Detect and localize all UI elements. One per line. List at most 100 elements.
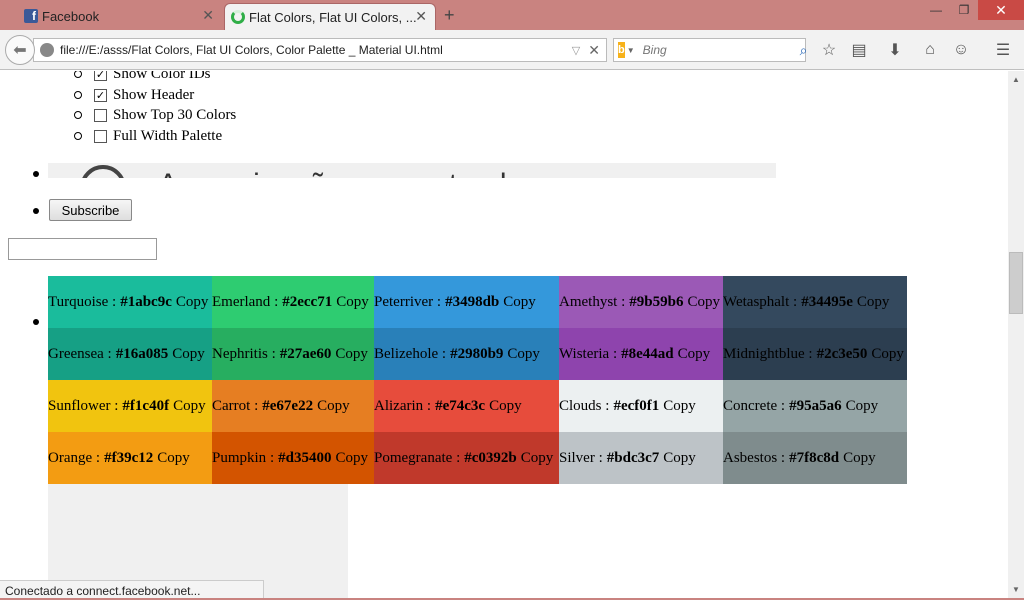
restore-button[interactable]: ❐ [950, 0, 978, 20]
separator: : [804, 345, 813, 362]
checkbox-checked[interactable]: ✓ [94, 71, 107, 81]
copy-link[interactable]: Copy [157, 450, 190, 467]
copy-link[interactable]: Copy [335, 450, 368, 467]
color-swatch[interactable]: Peterriver : #3498db Copy [374, 276, 559, 328]
copy-link[interactable]: Copy [871, 346, 904, 363]
minimize-button[interactable]: — [922, 0, 950, 20]
copy-link[interactable]: Copy [678, 346, 711, 363]
search-icon[interactable]: ⌕ [800, 42, 808, 59]
scroll-up-icon[interactable]: ▲ [1012, 75, 1020, 84]
option-full-width[interactable]: Full Width Palette [74, 126, 222, 146]
checkbox-unchecked[interactable] [94, 108, 107, 122]
color-swatch[interactable]: Sunflower : #f1c40f Copy [48, 380, 212, 432]
color-swatch[interactable]: Concrete : #95a5a6 Copy [723, 380, 907, 432]
ad-banner: Anuncio não encontrado [48, 163, 776, 178]
separator: : [601, 397, 610, 414]
dropdown-icon[interactable]: ▽ [572, 44, 580, 57]
color-name: Wisteria [559, 345, 610, 362]
option-show-header[interactable]: ✓ Show Header [74, 85, 194, 105]
color-swatch[interactable]: Turquoise : #1abc9c Copy [48, 276, 212, 328]
copy-link[interactable]: Copy [663, 398, 696, 415]
color-hex: #e67e22 [262, 397, 314, 414]
download-icon[interactable]: ⬇ [884, 40, 906, 60]
color-hex: #d35400 [278, 449, 332, 466]
tab-facebook[interactable]: f Facebook ✕ [18, 3, 222, 30]
color-swatch[interactable]: Silver : #bdc3c7 Copy [559, 432, 723, 484]
copy-link[interactable]: Copy [172, 346, 205, 363]
color-swatch[interactable]: Pomegranate : #c0392b Copy [374, 432, 559, 484]
color-palette: Turquoise : #1abc9c Copy Emerland : #2ecc71 C… [48, 276, 907, 484]
copy-link[interactable]: Copy [521, 450, 554, 467]
color-hex: #7f8c8d [789, 449, 840, 466]
back-button[interactable]: ⬅ [5, 35, 35, 65]
color-swatch[interactable]: Carrot : #e67e22 Copy [212, 380, 374, 432]
option-show-top-30[interactable]: Show Top 30 Colors [74, 105, 236, 125]
copy-link[interactable]: Copy [336, 294, 369, 311]
color-swatch[interactable]: Pumpkin : #d35400 Copy [212, 432, 374, 484]
status-bar: Conectado a connect.facebook.net... [0, 580, 264, 600]
text-input[interactable] [8, 238, 157, 260]
vertical-scrollbar[interactable]: ▲ ▼ [1008, 71, 1024, 600]
scroll-thumb[interactable] [1009, 252, 1023, 314]
copy-link[interactable]: Copy [687, 294, 720, 311]
search-input[interactable] [642, 43, 800, 57]
color-swatch[interactable]: Greensea : #16a085 Copy [48, 328, 212, 380]
copy-link[interactable]: Copy [857, 294, 890, 311]
copy-link[interactable]: Copy [846, 398, 879, 415]
separator: : [266, 449, 275, 466]
addon-icon[interactable]: ☺ [950, 40, 972, 60]
color-swatch[interactable]: Alizarin : #e74c3c Copy [374, 380, 559, 432]
tab-label: Flat Colors, Flat UI Colors, ... [249, 9, 417, 25]
copy-link[interactable]: Copy [663, 450, 696, 467]
color-swatch[interactable]: Clouds : #ecf0f1 Copy [559, 380, 723, 432]
color-swatch[interactable]: Nephritis : #27ae60 Copy [212, 328, 374, 380]
page-content: ✓ Show Color IDs ✓ Show Header Show Top … [0, 71, 1008, 600]
separator: : [617, 293, 626, 310]
color-swatch[interactable]: Emerland : #2ecc71 Copy [212, 276, 374, 328]
home-icon[interactable]: ⌂ [919, 40, 941, 60]
subscribe-button[interactable]: Subscribe [49, 199, 132, 221]
color-swatch[interactable]: Wisteria : #8e44ad Copy [559, 328, 723, 380]
stop-icon[interactable]: ✕ [588, 42, 600, 59]
copy-link[interactable]: Copy [173, 398, 206, 415]
list-circle [74, 91, 82, 99]
copy-link[interactable]: Copy [176, 294, 209, 311]
bookmarks-list-icon[interactable]: ▤ [848, 40, 870, 60]
url-bar[interactable]: file:///E:/asss/Flat Colors, Flat UI Col… [33, 38, 607, 62]
color-swatch[interactable]: Orange : #f39c12 Copy [48, 432, 212, 484]
copy-link[interactable]: Copy [507, 346, 540, 363]
color-hex: #9b59b6 [629, 293, 684, 310]
separator: : [452, 449, 461, 466]
separator: : [594, 449, 603, 466]
color-name: Concrete [723, 397, 778, 414]
close-tab-icon[interactable]: ✕ [415, 8, 427, 25]
window-controls: — ❐ ✕ [922, 0, 1024, 20]
tab-label: Facebook [42, 9, 100, 24]
new-tab-button[interactable]: + [444, 5, 455, 26]
copy-link[interactable]: Copy [843, 450, 876, 467]
color-swatch[interactable]: Wetasphalt : #34495e Copy [723, 276, 907, 328]
bookmark-star-icon[interactable]: ☆ [818, 40, 840, 60]
list-bullet [33, 319, 39, 325]
color-swatch[interactable]: Amethyst : #9b59b6 Copy [559, 276, 723, 328]
menu-icon[interactable]: ☰ [992, 40, 1014, 60]
color-swatch[interactable]: Midnightblue : #2c3e50 Copy [723, 328, 907, 380]
close-window-button[interactable]: ✕ [978, 0, 1024, 20]
engine-dropdown-icon[interactable]: ▼ [627, 46, 635, 55]
copy-link[interactable]: Copy [317, 398, 350, 415]
copy-link[interactable]: Copy [489, 398, 522, 415]
scroll-down-icon[interactable]: ▼ [1012, 585, 1020, 594]
color-swatch[interactable]: Asbestos : #7f8c8d Copy [723, 432, 907, 484]
close-tab-icon[interactable]: ✕ [202, 7, 214, 24]
checkbox-checked[interactable]: ✓ [94, 88, 107, 102]
checkbox-unchecked[interactable] [94, 129, 107, 143]
list-bullet [33, 208, 39, 214]
tab-flat-colors[interactable]: Flat Colors, Flat UI Colors, ... ✕ [224, 3, 436, 30]
ad-text: Anuncio não encontrado [158, 163, 527, 178]
option-show-color-ids[interactable]: ✓ Show Color IDs [74, 71, 211, 84]
color-name: Greensea [48, 345, 104, 362]
search-bar[interactable]: b ▼ ⌕ [613, 38, 808, 62]
copy-link[interactable]: Copy [503, 294, 536, 311]
color-swatch[interactable]: Belizehole : #2980b9 Copy [374, 328, 559, 380]
copy-link[interactable]: Copy [335, 346, 368, 363]
